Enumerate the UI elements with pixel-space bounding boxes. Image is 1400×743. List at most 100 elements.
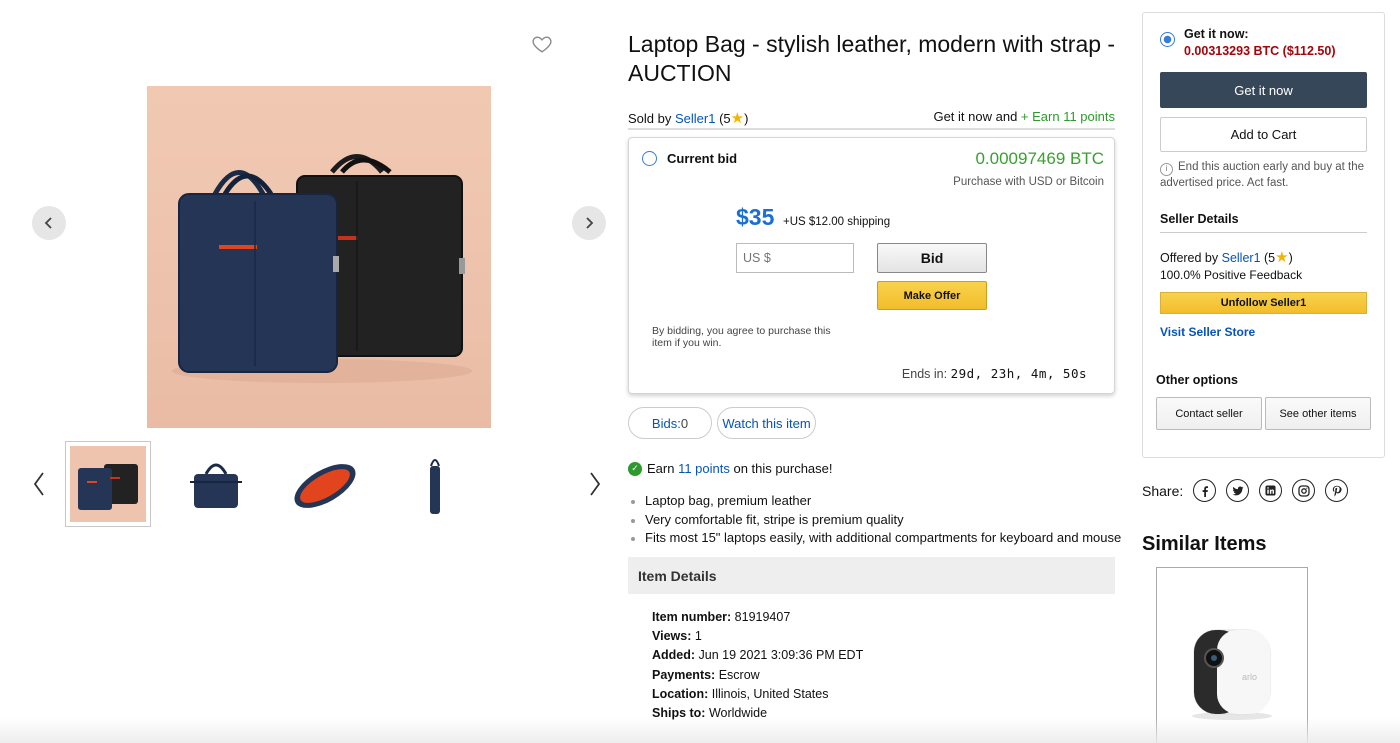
gallery-next-button[interactable]	[572, 206, 606, 240]
instagram-icon[interactable]	[1292, 479, 1316, 502]
seller-details-title: Seller Details	[1160, 212, 1367, 233]
detail-label: Item number:	[652, 610, 732, 624]
bid-amount-input[interactable]	[736, 243, 854, 273]
detail-value: Escrow	[715, 667, 760, 682]
detail-value: Illinois, United States	[708, 686, 829, 701]
chevron-right-icon	[590, 472, 601, 496]
unfollow-seller-button[interactable]: Unfollow Seller1	[1160, 292, 1367, 314]
detail-value: 81919407	[731, 610, 791, 624]
earn-prefix: Earn	[647, 461, 679, 476]
earn-suffix: on this purchase!	[729, 461, 833, 476]
offered-by: Offered by Seller1 (5★)	[1160, 248, 1293, 266]
chevron-left-icon	[44, 217, 52, 229]
sold-by-label: Sold by	[628, 111, 675, 126]
detail-value: Jun 19 2021 3:09:36 PM EDT	[695, 648, 864, 663]
detail-label: Added:	[652, 648, 696, 663]
ends-label: Ends in:	[901, 367, 951, 381]
sold-by: Sold by Seller1 (5★)	[628, 109, 748, 127]
list-item: Laptop bag, premium leather	[628, 492, 1121, 511]
product-title: Laptop Bag - stylish leather, modern wit…	[628, 31, 1116, 86]
twitter-icon[interactable]	[1226, 479, 1250, 502]
get-it-now-button[interactable]: Get it now	[1160, 72, 1367, 108]
divider	[628, 128, 1115, 130]
get-now-option[interactable]: Get it now: 0.00313293 BTC ($112.50)	[1160, 27, 1336, 58]
thumbnail-1[interactable]	[65, 441, 151, 527]
similar-item-brand: arlo	[1242, 672, 1257, 682]
facebook-icon[interactable]	[1193, 479, 1217, 502]
current-bid-option[interactable]: Current bid	[642, 151, 737, 166]
detail-label: Location:	[652, 686, 709, 701]
item-details: Item number: 81919407 Views: 1 Added: Ju…	[652, 608, 863, 723]
similar-item-card[interactable]: arlo	[1156, 567, 1308, 743]
see-other-items-button[interactable]: See other items	[1265, 397, 1371, 430]
thumbnail-4[interactable]	[390, 441, 476, 527]
add-to-cart-button[interactable]: Add to Cart	[1160, 117, 1367, 152]
favorite-heart-icon[interactable]	[531, 33, 553, 55]
thumbnail-3[interactable]	[282, 441, 368, 527]
seller-rating: (5	[1260, 251, 1276, 265]
contact-seller-button[interactable]: Contact seller	[1156, 397, 1262, 430]
earn-points-amount[interactable]: 11 points	[678, 461, 730, 476]
earn-points-link[interactable]: + Earn 11 points	[1021, 109, 1115, 124]
seller-link[interactable]: Seller1	[1222, 251, 1261, 265]
pinterest-icon[interactable]	[1325, 479, 1349, 502]
earn-points-note: ✓ Earn 11 points on this purchase!	[628, 461, 833, 476]
info-icon: i	[1160, 162, 1173, 176]
linkedin-icon[interactable]	[1259, 479, 1283, 502]
rating-close: )	[744, 111, 749, 126]
bottom-fade	[0, 718, 1400, 743]
bid-box: Current bid 0.00097469 BTC Purchase with…	[628, 137, 1115, 394]
similar-item-image: arlo	[1192, 629, 1272, 720]
detail-label: Payments:	[652, 667, 716, 682]
watch-item-button[interactable]: Watch this item	[717, 407, 816, 439]
gallery-prev-button[interactable]	[32, 206, 66, 240]
other-options-title: Other options	[1156, 373, 1238, 387]
purchase-note: Purchase with USD or Bitcoin	[953, 176, 1104, 188]
detail-row: Location: Illinois, United States	[652, 685, 863, 704]
auction-ends: Ends in: 29d, 23h, 4m, 50s	[902, 366, 1087, 381]
shipping-cost: +US $12.00 shipping	[783, 216, 891, 228]
current-bid-label: Current bid	[667, 151, 738, 166]
check-icon: ✓	[628, 461, 642, 476]
detail-value: 1	[691, 629, 702, 644]
bids-button[interactable]: Bids: 0	[628, 407, 712, 439]
feature-list: Laptop bag, premium leather Very comfort…	[628, 492, 1121, 548]
btc-price: 0.00097469 BTC	[975, 149, 1104, 168]
offered-by-label: Offered by	[1160, 251, 1222, 265]
current-bid-radio[interactable]	[642, 151, 657, 166]
detail-row: Views: 1	[652, 627, 863, 646]
detail-row: Added: Jun 19 2021 3:09:36 PM EDT	[652, 646, 863, 665]
detail-row: Payments: Escrow	[652, 666, 863, 685]
make-offer-button[interactable]: Make Offer	[877, 281, 987, 310]
buy-now-note-text: End this auction early and buy at the ad…	[1160, 161, 1365, 189]
get-now-radio[interactable]	[1160, 32, 1175, 47]
share-label: Share:	[1142, 482, 1184, 499]
detail-label: Views:	[652, 629, 692, 644]
positive-feedback: 100.0% Positive Feedback	[1160, 268, 1303, 282]
thumbnails-prev-button[interactable]	[29, 469, 49, 499]
ends-countdown: 29d, 23h, 4m, 50s	[950, 366, 1087, 381]
similar-items-title: Similar Items	[1142, 533, 1267, 555]
rating-close: )	[1288, 251, 1293, 265]
visit-store-link[interactable]: Visit Seller Store	[1160, 325, 1255, 339]
chevron-right-icon	[586, 217, 594, 229]
star-icon: ★	[1275, 249, 1289, 266]
main-product-image[interactable]	[147, 86, 491, 428]
item-details-heading: Item Details	[628, 557, 1115, 594]
detail-row: Item number: 81919407	[652, 608, 863, 627]
bid-button[interactable]: Bid	[877, 243, 987, 273]
get-now-price: 0.00313293 BTC ($112.50)	[1184, 44, 1336, 58]
thumbnails-next-button[interactable]	[585, 469, 605, 499]
buy-now-note: i End this auction early and buy at the a…	[1160, 160, 1370, 190]
bid-agreement: By bidding, you agree to purchase this i…	[652, 325, 831, 349]
star-icon: ★	[730, 110, 745, 127]
thumbnail-2[interactable]	[173, 441, 259, 527]
bids-count: 0	[680, 415, 689, 431]
seller-link[interactable]: Seller1	[675, 111, 715, 126]
get-now-label: Get it now:	[1184, 27, 1249, 41]
buy-panel: Get it now: 0.00313293 BTC ($112.50) Get…	[1142, 12, 1385, 458]
share-bar: Share:	[1142, 479, 1349, 502]
usd-price: $35	[736, 204, 775, 230]
seller-rating: (5	[715, 111, 731, 126]
get-now-text: Get it now and	[933, 109, 1021, 124]
